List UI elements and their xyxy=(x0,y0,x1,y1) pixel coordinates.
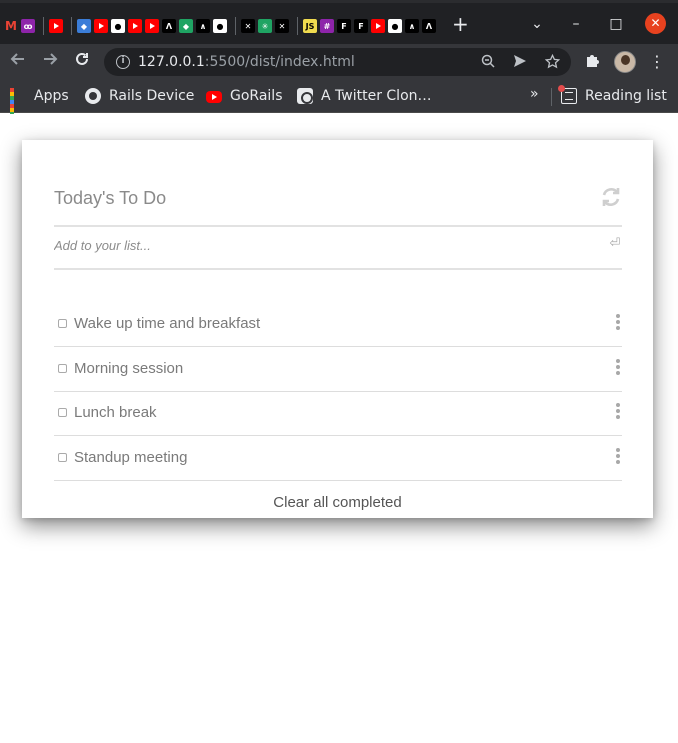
row-divider xyxy=(54,480,622,481)
maximize-button[interactable]: □ xyxy=(606,14,626,34)
bookmarks-overflow-chevron-icon[interactable]: » xyxy=(530,86,539,102)
todo-label: Lunch break xyxy=(74,404,157,421)
list-item[interactable]: Standup meeting xyxy=(54,436,622,480)
todo-checkbox[interactable] xyxy=(58,364,67,373)
zoom-icon[interactable] xyxy=(480,54,496,70)
alien-tab-icon[interactable]: ● xyxy=(388,19,402,33)
todo-checkbox[interactable] xyxy=(58,319,67,328)
tab-separator xyxy=(71,17,72,35)
code-tab-icon[interactable]: ◆ xyxy=(77,19,91,33)
javascript-tab-icon[interactable]: JS xyxy=(303,19,317,33)
todo-card: Today's To Do ⏎ Wake up time and breakfa… xyxy=(22,140,653,518)
bookmark-label: GoRails xyxy=(230,88,283,104)
gmail-tab-icon[interactable]: M xyxy=(4,19,18,33)
todo-label: Wake up time and breakfast xyxy=(74,315,261,332)
bookmark-rails-device[interactable]: Rails Device xyxy=(85,86,194,106)
youtube-icon xyxy=(206,91,222,103)
enter-icon[interactable]: ⏎ xyxy=(609,237,621,251)
page-title: Today's To Do xyxy=(54,188,167,208)
youtube-tab-icon[interactable] xyxy=(128,19,142,33)
item-options-icon[interactable] xyxy=(615,403,621,423)
github-tab-icon[interactable]: ● xyxy=(111,19,125,33)
input-divider xyxy=(54,268,622,270)
back-arrow-icon[interactable] xyxy=(7,51,29,73)
item-options-icon[interactable] xyxy=(615,448,621,468)
page-viewport: Today's To Do ⏎ Wake up time and breakfa… xyxy=(0,114,678,743)
item-options-icon[interactable] xyxy=(615,359,621,379)
new-tab-button[interactable]: + xyxy=(452,14,469,34)
todo-checkbox[interactable] xyxy=(58,453,67,462)
slack-tab-icon[interactable]: # xyxy=(320,19,334,33)
send-icon[interactable] xyxy=(512,54,528,70)
youtube-tab-icon[interactable] xyxy=(49,19,63,33)
url-text[interactable]: 127.0.0.1:5500/dist/index.html xyxy=(138,54,355,70)
browser-toolbar: i 127.0.0.1:5500/dist/index.html ⋮ xyxy=(0,44,678,80)
tab-separator xyxy=(235,17,236,35)
shield-tab-icon[interactable]: ◆ xyxy=(179,19,193,33)
title-divider xyxy=(54,225,622,227)
tab-strip-border xyxy=(0,0,678,3)
list-item[interactable]: Wake up time and breakfast xyxy=(54,302,622,346)
bookmarks-bar: Apps Rails Device GoRails A Twitter Clon… xyxy=(0,80,678,124)
alien-tab-icon[interactable]: ● xyxy=(213,19,227,33)
reading-list-label: Reading list xyxy=(585,88,667,104)
x-tab-icon[interactable]: ✕ xyxy=(241,19,255,33)
bookmark-twitter-clone[interactable]: A Twitter Clon… xyxy=(297,86,432,106)
add-todo-input[interactable] xyxy=(54,233,594,257)
bookmarks-separator xyxy=(551,88,552,106)
todo-label: Morning session xyxy=(74,360,184,377)
todo-checkbox[interactable] xyxy=(58,408,67,417)
puzzle-icon[interactable] xyxy=(583,53,601,71)
bookmark-label: Rails Device xyxy=(109,88,195,104)
tab-icon[interactable]: ꝏ xyxy=(21,19,35,33)
tab-separator xyxy=(43,17,44,35)
bookmark-gorails[interactable]: GoRails xyxy=(206,86,283,106)
star-icon[interactable] xyxy=(544,53,560,70)
kebab-menu-icon[interactable]: ⋮ xyxy=(648,51,666,73)
pinned-tabs: M ꝏ ◆ ● Λ ◆ ∧ ● ✕ ✳ ✕ JS # F F ● ∧ Λ xyxy=(4,16,439,36)
profile-avatar[interactable] xyxy=(614,51,636,73)
bookmark-label: Apps xyxy=(34,88,69,104)
bookmark-label: A Twitter Clon… xyxy=(321,88,432,104)
reading-list-button[interactable]: Reading list xyxy=(558,85,667,106)
reload-icon[interactable] xyxy=(71,51,93,73)
bookmark-apps[interactable]: Apps xyxy=(10,86,69,124)
tab-search-chevron-icon[interactable]: ⌄ xyxy=(527,14,547,34)
refresh-icon[interactable] xyxy=(600,186,622,208)
apps-grid-icon xyxy=(10,88,26,124)
todo-label: Standup meeting xyxy=(74,449,188,466)
item-options-icon[interactable] xyxy=(615,314,621,334)
url-path: :5500/dist/index.html xyxy=(204,54,355,70)
tab-separator xyxy=(297,17,298,35)
close-window-button[interactable]: ✕ xyxy=(645,13,666,34)
clear-completed-button[interactable]: Clear all completed xyxy=(22,494,653,511)
x-tab-icon[interactable]: ✕ xyxy=(275,19,289,33)
youtube-tab-icon[interactable] xyxy=(371,19,385,33)
tab-strip: M ꝏ ◆ ● Λ ◆ ∧ ● ✕ ✳ ✕ JS # F F ● ∧ Λ + ⌄… xyxy=(0,0,678,44)
github-icon xyxy=(85,88,101,104)
star-tab-icon[interactable]: ✳ xyxy=(258,19,272,33)
list-item[interactable]: Morning session xyxy=(54,347,622,391)
twitter-clone-icon xyxy=(297,88,313,104)
youtube-tab-icon[interactable] xyxy=(94,19,108,33)
arc-tab-icon[interactable]: Λ xyxy=(422,19,436,33)
reading-list-icon xyxy=(558,85,577,104)
site-info-icon[interactable]: i xyxy=(116,55,130,69)
youtube-tab-icon[interactable] xyxy=(145,19,159,33)
figma-tab-icon[interactable]: F xyxy=(354,19,368,33)
wave-tab-icon[interactable]: ∧ xyxy=(405,19,419,33)
wave-tab-icon[interactable]: ∧ xyxy=(196,19,210,33)
url-host: 127.0.0.1 xyxy=(138,54,205,70)
forward-arrow-icon[interactable] xyxy=(39,51,61,73)
address-bar[interactable]: i 127.0.0.1:5500/dist/index.html xyxy=(104,48,571,76)
list-item[interactable]: Lunch break xyxy=(54,391,622,435)
figma-tab-icon[interactable]: F xyxy=(337,19,351,33)
minimize-button[interactable]: – xyxy=(566,14,586,34)
arc-tab-icon[interactable]: Λ xyxy=(162,19,176,33)
